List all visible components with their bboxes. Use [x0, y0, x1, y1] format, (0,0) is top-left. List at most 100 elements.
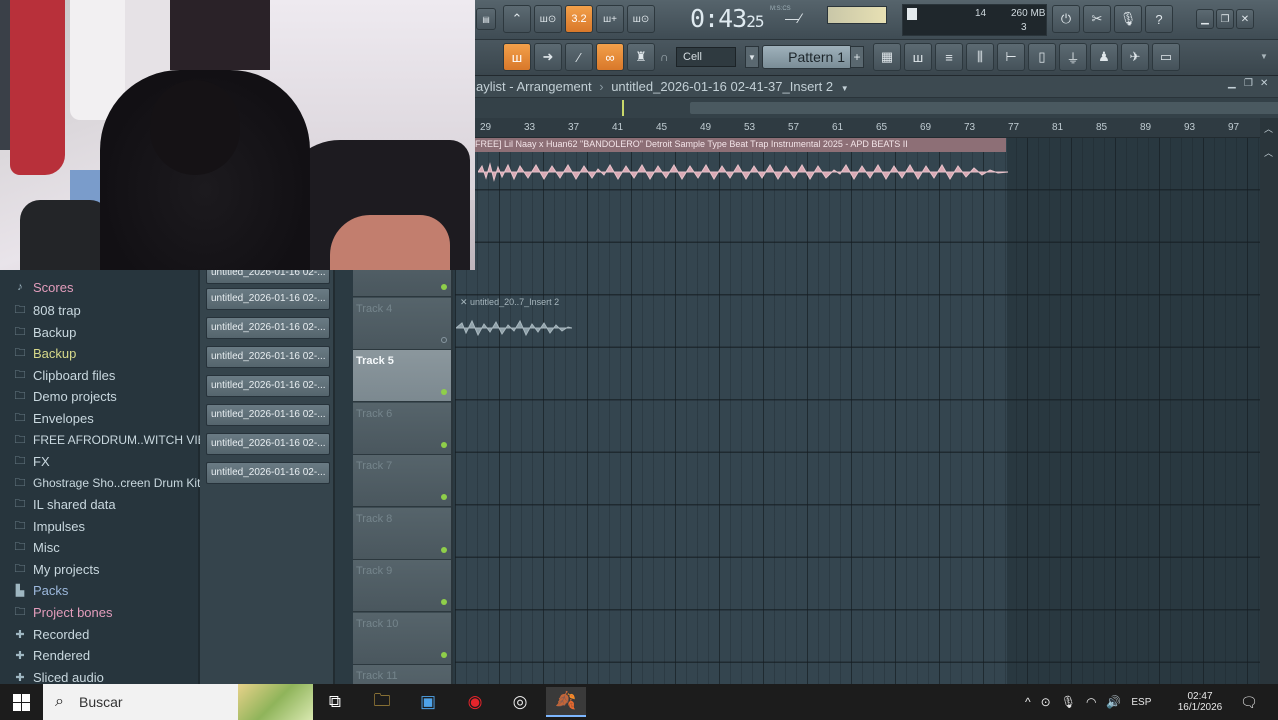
- track-mute-led-icon[interactable]: [441, 494, 447, 500]
- audio-clip-label[interactable]: FREE] Lil Naay x Huan62 "BANDOLERO" Detr…: [472, 138, 1006, 152]
- track-header[interactable]: Track 4: [353, 297, 451, 350]
- person-icon[interactable]: ♟: [1090, 43, 1118, 71]
- chevron-down-icon[interactable]: ▼: [841, 84, 849, 93]
- track-mute-led-icon[interactable]: [441, 441, 447, 448]
- track-mute-led-icon[interactable]: [441, 546, 447, 553]
- track-mute-led-icon[interactable]: [441, 599, 447, 605]
- song-position-display[interactable]: 0:4325: [690, 4, 765, 33]
- add-pattern-button[interactable]: +: [850, 46, 864, 68]
- playlist-current-clip[interactable]: untitled_2026-01-16 02-41-37_Insert 2: [611, 79, 833, 94]
- browser-item[interactable]: 🗀 Backup: [12, 322, 77, 342]
- menu-button[interactable]: ▤: [476, 8, 496, 30]
- start-button[interactable]: [0, 684, 42, 720]
- piano-roll-icon[interactable]: ш: [904, 43, 932, 71]
- playhead-marker[interactable]: [622, 100, 624, 116]
- clip-item[interactable]: untitled_2026-01-16 02-...: [206, 375, 330, 397]
- fl-studio-icon[interactable]: 🍂: [546, 687, 586, 717]
- browser-item[interactable]: ▙ Packs: [12, 580, 69, 600]
- master-volume-icon[interactable]: —⁄: [785, 10, 825, 26]
- restore-icon[interactable]: ❐: [1244, 78, 1253, 89]
- browser-item[interactable]: ✚ Recorded: [12, 624, 89, 644]
- track-header[interactable]: Track 10: [353, 612, 451, 665]
- playlist-vertical-scroll[interactable]: ︿ ︿: [1260, 118, 1278, 684]
- pattern-selector[interactable]: Pattern 1: [762, 45, 852, 69]
- clip-item[interactable]: untitled_2026-01-16 02-...: [206, 433, 330, 455]
- browser-item[interactable]: 🗀 Backup: [12, 343, 77, 363]
- chrome-icon[interactable]: ◎: [500, 687, 540, 717]
- track-mute-ring-icon[interactable]: [441, 336, 447, 343]
- browser-item[interactable]: 🗀 Impulses: [12, 516, 86, 536]
- file-icon[interactable]: ▯: [1028, 43, 1056, 71]
- track-mute-led-icon[interactable]: [441, 284, 447, 290]
- browser-tree-icon[interactable]: ⊢: [997, 43, 1025, 71]
- audio-clip-small[interactable]: ✕ untitled_20..7_Insert 2: [456, 295, 576, 345]
- restore-icon[interactable]: ❐: [1216, 9, 1234, 29]
- track-header[interactable]: Track 9: [353, 560, 451, 612]
- network-device-icon[interactable]: ⊙: [1041, 695, 1051, 709]
- track-header[interactable]: Track 6: [353, 402, 451, 455]
- clip-item[interactable]: untitled_2026-01-16 02-...: [206, 317, 330, 339]
- clock[interactable]: 02:47 16/1/2026: [1170, 684, 1230, 720]
- arrow-right-icon[interactable]: ➜: [534, 43, 562, 71]
- browser-item[interactable]: 🗀 Ghostrage Sho..creen Drum Kit: [12, 473, 201, 493]
- timeline-ruler[interactable]: 29 33 37 41 45 49 53 57 61 65 69 73 77 81 85 89 93 97: [470, 118, 1260, 138]
- clip-item[interactable]: untitled_2026-01-16 02-...: [206, 404, 330, 426]
- browser-item[interactable]: ✚ Rendered: [12, 645, 90, 665]
- playlist-horizontal-scroll[interactable]: [470, 98, 1278, 118]
- record-mode-icon[interactable]: ш⊙: [627, 5, 655, 33]
- pattern-dropdown-icon[interactable]: ▼: [745, 46, 759, 68]
- step-edit-icon[interactable]: ш+: [596, 5, 624, 33]
- close-icon[interactable]: ✕: [1260, 78, 1268, 89]
- clip-item[interactable]: untitled_2026-01-16 02-...: [206, 288, 330, 310]
- browser-item[interactable]: 🗀 FREE AFRODRUM..WITCH VIBEZ: [12, 430, 222, 450]
- shop-cart-icon[interactable]: ▭: [1152, 43, 1180, 71]
- chevron-up-icon[interactable]: ^: [1025, 695, 1031, 709]
- close-icon[interactable]: ✕: [1236, 9, 1254, 29]
- cut-icon[interactable]: ✂: [1083, 5, 1111, 33]
- track-header[interactable]: Track 8: [353, 507, 451, 560]
- draw-tool-icon[interactable]: ⁄: [565, 43, 593, 71]
- toolbar-menu-icon[interactable]: ▼: [1260, 52, 1268, 61]
- song-mode-icon[interactable]: ⌃: [503, 5, 531, 33]
- browser-item[interactable]: 🗀 Envelopes: [12, 408, 94, 428]
- pattern-song-toggle-icon[interactable]: ш⊙: [534, 5, 562, 33]
- track-header[interactable]: [353, 270, 451, 297]
- track-mute-led-icon[interactable]: [441, 389, 447, 395]
- clip-item[interactable]: untitled_2026-01-16 02-...: [206, 346, 330, 368]
- power-icon[interactable]: ⏻: [1052, 5, 1080, 33]
- volume-icon[interactable]: 🔊: [1106, 695, 1121, 709]
- browser-item[interactable]: 🗀 808 trap: [12, 300, 81, 320]
- microphone-icon[interactable]: 🎙: [1061, 695, 1076, 709]
- language-indicator[interactable]: ESP: [1131, 697, 1151, 708]
- opera-icon[interactable]: ◉: [455, 687, 495, 717]
- track-header[interactable]: Track 7: [353, 455, 451, 507]
- snap-select[interactable]: Cell: [676, 47, 736, 67]
- playlist-icon[interactable]: ▦: [873, 43, 901, 71]
- chevron-up-icon[interactable]: ︿: [1264, 122, 1273, 135]
- channel-rack-icon[interactable]: ≡: [935, 43, 963, 71]
- browser-item[interactable]: 🗀 Project bones: [12, 602, 113, 622]
- playlist-grid[interactable]: [455, 138, 1260, 684]
- browser-item[interactable]: 🗀 IL shared data: [12, 494, 116, 514]
- plugin-picker-icon[interactable]: ✈: [1121, 43, 1149, 71]
- browser-item[interactable]: 🗀 Clipboard files: [12, 365, 116, 385]
- mixer-icon[interactable]: ⫼: [966, 43, 994, 71]
- browser-item[interactable]: 🗀 Misc: [12, 537, 60, 557]
- notifications-icon[interactable]: 🗨: [1240, 684, 1258, 720]
- link-icon[interactable]: ∞: [596, 43, 624, 71]
- minimize-icon[interactable]: ▁: [1228, 78, 1236, 89]
- track-header[interactable]: Track 5: [353, 350, 451, 402]
- track-mute-led-icon[interactable]: [441, 651, 447, 658]
- wifi-icon[interactable]: ◠: [1086, 695, 1096, 709]
- task-view-icon[interactable]: ⧉: [315, 687, 355, 717]
- typing-keyboard-icon[interactable]: ш: [503, 43, 531, 71]
- microphone-icon[interactable]: 🎙: [1114, 5, 1142, 33]
- minimize-icon[interactable]: ▁: [1196, 9, 1214, 29]
- browser-item[interactable]: 🗀 My projects: [12, 559, 100, 579]
- tempo-button[interactable]: 3.2: [565, 5, 593, 33]
- scroll-thumb[interactable]: [690, 102, 1278, 114]
- scroll-icon[interactable]: ︿: [1264, 146, 1273, 159]
- browser-item[interactable]: ♪ Scores: [12, 277, 73, 297]
- clip-item[interactable]: untitled_2026-01-16 02-...: [206, 462, 330, 484]
- plugin-icon[interactable]: ⏚: [1059, 43, 1087, 71]
